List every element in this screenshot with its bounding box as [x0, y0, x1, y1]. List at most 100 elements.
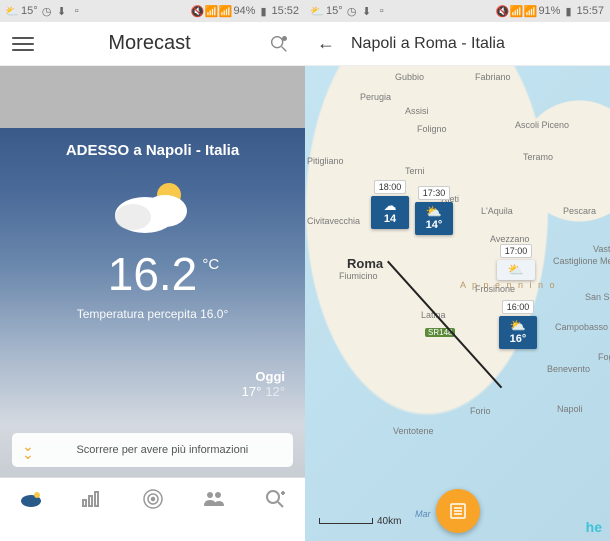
chevron-down-icon: ⌄⌄ — [22, 442, 34, 459]
city-benevento: Benevento — [547, 364, 590, 374]
city-gubbio: Gubbio — [395, 72, 424, 82]
map-scale: 40km — [319, 516, 401, 527]
forecast-pin-1600[interactable]: 16:00 ⛅16° — [499, 300, 537, 349]
location-search-button[interactable] — [265, 33, 293, 55]
route-topbar: ← Napoli a Roma - Italia — [305, 22, 610, 66]
nav-radar[interactable] — [135, 484, 171, 514]
temp-number: 16.2 — [108, 248, 198, 300]
menu-button[interactable] — [12, 37, 34, 51]
city-fabriano: Fabriano — [475, 72, 511, 82]
city-civitavecchia: Civitavecchia — [307, 216, 360, 226]
status-temp: 15° — [326, 5, 343, 17]
feels-like: Temperatura percepita 16.0° — [77, 307, 229, 321]
phone-left: ⛅ 15° ◷ ⬇ ▫ 🔇 📶 📶 94% ▮ 15:52 Morecast A… — [0, 0, 305, 541]
signal-icon: 📶 — [219, 5, 231, 17]
pin-temp: 14° — [415, 219, 453, 231]
wifi-icon: 📶 — [510, 5, 522, 17]
scroll-hint-label: Scorrere per avere più informazioni — [42, 444, 283, 456]
nav-chart[interactable] — [74, 484, 110, 514]
today-high: 17° — [242, 384, 262, 399]
clock-icon: ◷ — [41, 5, 53, 17]
image-icon: ▫ — [71, 5, 83, 17]
city-napoli: Napoli — [557, 404, 583, 414]
city-ascoli: Ascoli Piceno — [515, 120, 569, 130]
city-pescara: Pescara — [563, 206, 596, 216]
city-avezzano: Avezzano — [490, 234, 529, 244]
city-forio: Forio — [470, 406, 491, 416]
label-mar: Mar — [415, 509, 431, 519]
nav-search[interactable] — [257, 484, 293, 514]
status-temp: 15° — [21, 5, 38, 17]
temp-unit: °C — [202, 257, 219, 272]
weather-icon: ⛅ — [6, 5, 18, 17]
forecast-pin-1700[interactable]: 17:00 ⛅ — [497, 244, 535, 280]
status-bar: ⛅ 15° ◷ ⬇ ▫ 🔇 📶 📶 94% ▮ 15:52 — [0, 0, 305, 22]
city-assisi: Assisi — [405, 106, 429, 116]
scale-label: 40km — [377, 516, 401, 527]
weather-icon: ⛅ — [311, 5, 323, 17]
pin-time: 17:30 — [418, 186, 451, 200]
today-label: Oggi — [242, 369, 285, 384]
forecast-pin-1800[interactable]: 18:00 ☁14 — [371, 180, 409, 229]
today-block: Oggi 17°12° — [242, 369, 285, 399]
signal-icon: 📶 — [524, 5, 536, 17]
city-teramo: Teramo — [523, 152, 553, 162]
download-icon: ⬇ — [56, 5, 68, 17]
pin-time: 18:00 — [374, 180, 407, 194]
route-title: Napoli a Roma - Italia — [351, 35, 505, 53]
city-terni: Terni — [405, 166, 425, 176]
clock-icon: ◷ — [346, 5, 358, 17]
phone-right: ⛅ 15° ◷ ⬇ ▫ 🔇 📶 📶 91% ▮ 15:57 ← Napoli a… — [305, 0, 610, 541]
city-laquila: L'Aquila — [481, 206, 513, 216]
partly-cloudy-icon: ⛅ — [415, 205, 453, 218]
list-fab[interactable] — [436, 489, 480, 533]
nav-now[interactable] — [13, 484, 49, 514]
app-topbar: Morecast — [0, 22, 305, 66]
back-button[interactable]: ← — [317, 33, 341, 54]
city-sansevero: San Severo — [585, 292, 610, 302]
city-roma: Roma — [347, 256, 383, 271]
volume-icon: 🔇 — [191, 5, 203, 17]
city-ventotene: Ventotene — [393, 426, 434, 436]
city-frosinone: Frosinone — [475, 284, 515, 294]
city-campobasso: Campobasso — [555, 322, 608, 332]
pin-time: 17:00 — [500, 244, 533, 258]
city-foggia: Foggia — [598, 352, 610, 362]
status-bar: ⛅ 15° ◷ ⬇ ▫ 🔇 📶 📶 91% ▮ 15:57 — [305, 0, 610, 22]
bottom-nav — [0, 477, 305, 519]
pin-time: 16:00 — [502, 300, 535, 314]
forecast-pin-1730[interactable]: 17:30 ⛅14° — [415, 186, 453, 235]
wifi-icon: 📶 — [205, 5, 217, 17]
map[interactable]: Gubbio Fabriano Perugia Assisi Foligno A… — [305, 66, 610, 541]
app-title: Morecast — [34, 32, 265, 55]
city-pitigliano: Pitigliano — [307, 156, 344, 166]
today-low: 12° — [265, 384, 285, 399]
image-icon: ▫ — [376, 5, 388, 17]
cloudy-night-icon: ☁ — [371, 199, 409, 212]
map-land — [305, 66, 610, 541]
battery-icon: ▮ — [562, 5, 574, 17]
nav-community[interactable] — [196, 484, 232, 514]
partly-cloudy-icon: ⛅ — [497, 263, 535, 276]
weather-condition-icon — [103, 173, 203, 243]
city-foligno: Foligno — [417, 124, 447, 134]
battery-pct: 94% — [233, 5, 255, 17]
location-now: ADESSO a Napoli - Italia — [66, 142, 239, 159]
status-time: 15:57 — [576, 5, 604, 17]
city-fiumicino: Fiumicino — [339, 271, 378, 281]
battery-icon: ▮ — [257, 5, 269, 17]
download-icon: ⬇ — [361, 5, 373, 17]
partly-cloudy-icon: ⛅ — [499, 319, 537, 332]
pin-temp: 16° — [499, 333, 537, 345]
temperature-value: 16.2°C — [108, 251, 198, 297]
ad-banner[interactable] — [0, 66, 305, 128]
city-perugia: Perugia — [360, 92, 391, 102]
battery-pct: 91% — [538, 5, 560, 17]
city-castiglione: Castiglione Messer Marino — [553, 256, 603, 266]
city-vasto: Vasto — [593, 244, 610, 254]
pin-temp: 14 — [371, 213, 409, 225]
volume-icon: 🔇 — [496, 5, 508, 17]
status-time: 15:52 — [271, 5, 299, 17]
scroll-hint[interactable]: ⌄⌄ Scorrere per avere più informazioni — [12, 433, 293, 467]
here-logo: he — [586, 519, 602, 535]
